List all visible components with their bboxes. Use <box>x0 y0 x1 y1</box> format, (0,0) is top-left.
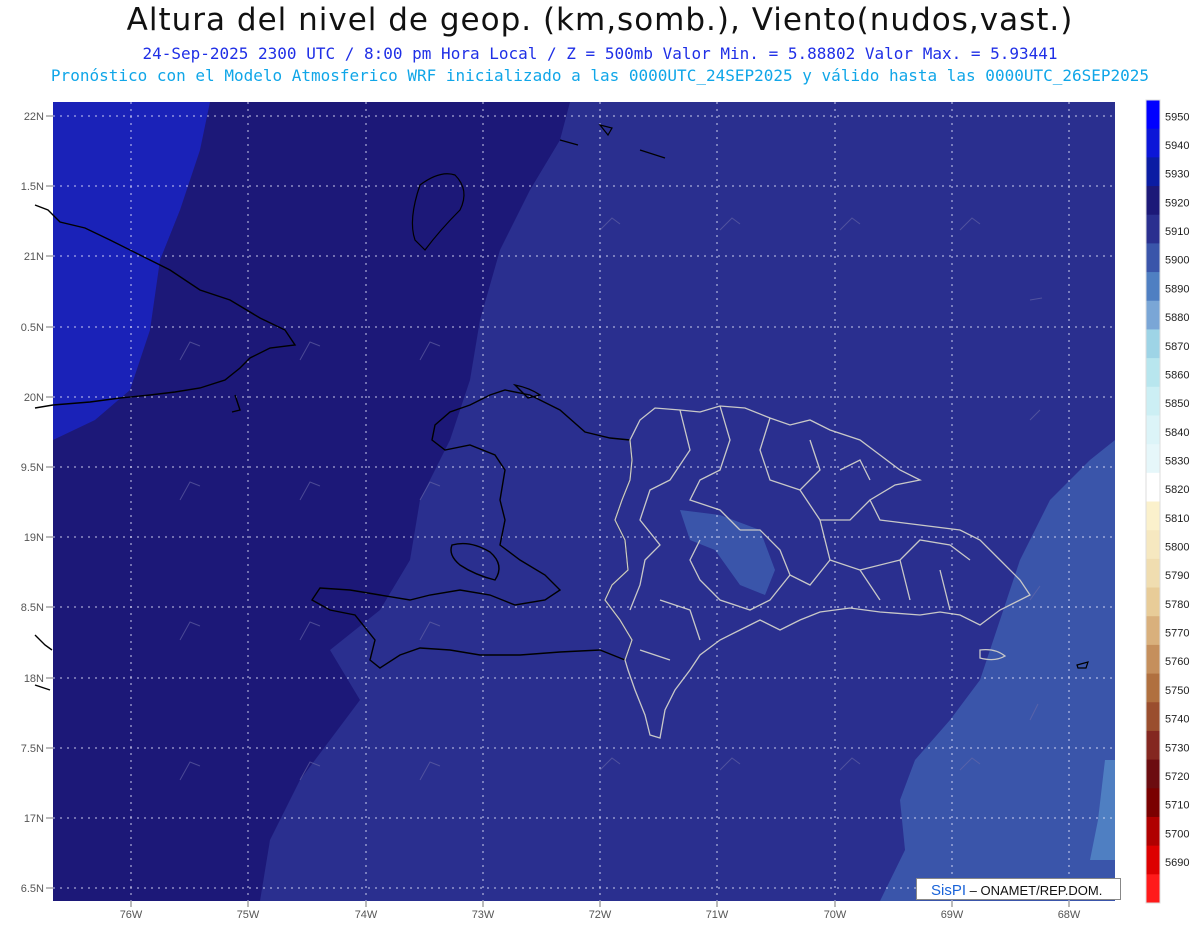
colorbar-label: 5780 <box>1165 599 1189 611</box>
colorbar-swatch <box>1146 530 1160 560</box>
forecast-map: 22N 1.5N 21N 0.5N 20N 9.5N 19N 8.5N 18N … <box>21 99 1189 921</box>
colorbar-swatch <box>1146 816 1160 847</box>
colorbar-label: 5910 <box>1165 226 1189 238</box>
lat-label: 21N <box>24 251 44 263</box>
colorbar-label: 5930 <box>1165 169 1189 181</box>
colorbar-label: 5720 <box>1165 771 1189 783</box>
longitude-axis: 76W 75W 74W 73W 72W 71W 70W 69W 68W <box>120 901 1081 921</box>
colorbar-label: 5880 <box>1165 312 1189 324</box>
colorbar-swatch <box>1146 157 1160 187</box>
colorbar-swatch <box>1146 472 1160 502</box>
colorbar-swatch <box>1146 386 1160 416</box>
colorbar-swatch <box>1146 616 1160 646</box>
colorbar-swatch <box>1146 673 1160 703</box>
colorbar-label: 5790 <box>1165 570 1189 582</box>
colorbar-label: 5700 <box>1165 828 1189 840</box>
colorbar-label: 5740 <box>1165 714 1189 726</box>
colorbar-label: 5800 <box>1165 542 1189 554</box>
colorbar-swatch <box>1146 300 1160 330</box>
colorbar-swatch <box>1146 272 1160 302</box>
colorbar-label: 5710 <box>1165 800 1189 812</box>
colorbar-swatch <box>1146 128 1160 158</box>
colorbar-swatch <box>1146 788 1160 818</box>
lon-label: 73W <box>472 909 495 921</box>
colorbar-swatch <box>1146 587 1160 617</box>
lat-label: 9.5N <box>21 462 44 474</box>
lon-label: 68W <box>1058 909 1081 921</box>
lat-label: 22N <box>24 111 44 123</box>
colorbar: 5950 5940 5930 5920 5910 5900 5890 5880 5870 5860… <box>1145 99 1189 904</box>
colorbar-label: 5770 <box>1165 628 1189 640</box>
colorbar-swatch <box>1146 501 1160 531</box>
credit-text: – ONAMET/REP.DOM. <box>966 883 1103 898</box>
lat-label: 19N <box>24 532 44 544</box>
lat-label: 18N <box>24 673 44 685</box>
colorbar-swatch <box>1146 759 1160 789</box>
lat-label: 1.5N <box>21 181 44 193</box>
colorbar-label: 5870 <box>1165 341 1189 353</box>
credit-box: SisPI – ONAMET/REP.DOM. <box>916 878 1121 900</box>
colorbar-swatch <box>1146 358 1160 388</box>
colorbar-label: 5760 <box>1165 656 1189 668</box>
credit-brand: SisPI <box>931 882 967 899</box>
colorbar-swatch <box>1146 444 1160 474</box>
lat-label: 20N <box>24 392 44 404</box>
colorbar-swatch <box>1146 243 1160 273</box>
colorbar-label: 5690 <box>1165 857 1189 869</box>
colorbar-swatch <box>1146 329 1160 359</box>
colorbar-swatch <box>1146 100 1160 130</box>
colorbar-swatch <box>1146 730 1160 761</box>
lon-label: 72W <box>589 909 612 921</box>
colorbar-label: 5940 <box>1165 140 1189 152</box>
colorbar-label: 5810 <box>1165 513 1189 525</box>
lat-label: 17N <box>24 813 44 825</box>
lon-label: 71W <box>706 909 729 921</box>
colorbar-swatch <box>1146 702 1160 732</box>
colorbar-swatch <box>1146 644 1160 675</box>
lat-label: 6.5N <box>21 883 44 895</box>
colorbar-label: 5900 <box>1165 255 1189 267</box>
lon-label: 76W <box>120 909 143 921</box>
colorbar-label: 5750 <box>1165 685 1189 697</box>
lon-label: 69W <box>941 909 964 921</box>
colorbar-swatch <box>1146 214 1160 244</box>
colorbar-label: 5860 <box>1165 369 1189 381</box>
colorbar-label: 5730 <box>1165 742 1189 754</box>
colorbar-swatch <box>1146 415 1160 445</box>
colorbar-label: 5840 <box>1165 427 1189 439</box>
lat-label: 7.5N <box>21 743 44 755</box>
colorbar-label: 5820 <box>1165 484 1189 496</box>
colorbar-label: 5950 <box>1165 111 1189 123</box>
lon-label: 74W <box>355 909 378 921</box>
latitude-axis: 22N 1.5N 21N 0.5N 20N 9.5N 19N 8.5N 18N … <box>21 111 53 895</box>
lon-label: 70W <box>824 909 847 921</box>
colorbar-label: 5850 <box>1165 398 1189 410</box>
colorbar-swatch <box>1146 186 1160 216</box>
colorbar-swatch <box>1146 845 1160 875</box>
lat-label: 0.5N <box>21 322 44 334</box>
colorbar-label: 5890 <box>1165 283 1189 295</box>
lon-label: 75W <box>237 909 260 921</box>
colorbar-label: 5920 <box>1165 197 1189 209</box>
colorbar-swatch <box>1146 558 1160 589</box>
colorbar-swatch <box>1146 874 1160 904</box>
colorbar-label: 5830 <box>1165 455 1189 467</box>
lat-label: 8.5N <box>21 602 44 614</box>
